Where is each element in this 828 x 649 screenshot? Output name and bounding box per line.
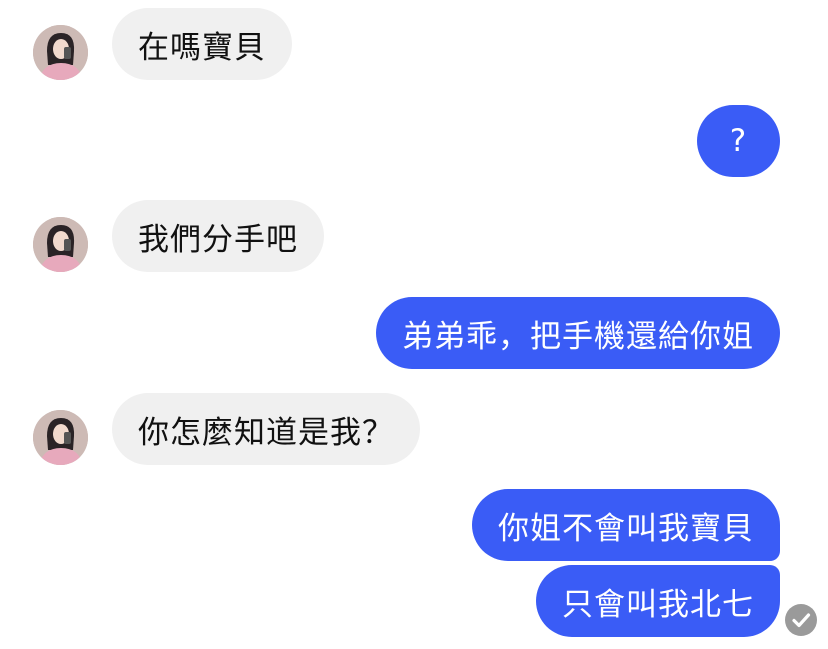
incoming-message-bubble[interactable]: 我們分手吧: [112, 200, 324, 272]
outgoing-message-bubble[interactable]: 只會叫我北七: [536, 565, 780, 637]
message-text: 在嗎寶貝: [138, 29, 266, 66]
incoming-message-bubble[interactable]: 在嗎寶貝: [112, 8, 292, 80]
contact-avatar-photo: [33, 217, 88, 272]
outgoing-message-bubble[interactable]: 弟弟乖，把手機還給你姐: [376, 297, 780, 369]
outgoing-message-bubble[interactable]: 你姐不會叫我寶貝: [472, 489, 780, 561]
outgoing-message-bubble[interactable]: ?: [697, 105, 780, 177]
message-text: 你怎麼知道是我？: [138, 414, 394, 451]
message-text: ?: [729, 123, 748, 159]
message-text: 弟弟乖，把手機還給你姐: [402, 318, 754, 355]
contact-avatar[interactable]: [33, 25, 88, 80]
incoming-message-bubble[interactable]: 你怎麼知道是我？: [112, 393, 420, 465]
read-receipt: [785, 604, 817, 636]
message-text: 我們分手吧: [138, 221, 298, 258]
message-text: 只會叫我北七: [562, 586, 754, 623]
read-checkmark-icon: [792, 613, 811, 628]
contact-avatar[interactable]: [33, 410, 88, 465]
contact-avatar[interactable]: [33, 217, 88, 272]
contact-avatar-photo: [33, 25, 88, 80]
message-text: 你姐不會叫我寶貝: [498, 510, 754, 547]
contact-avatar-photo: [33, 410, 88, 465]
